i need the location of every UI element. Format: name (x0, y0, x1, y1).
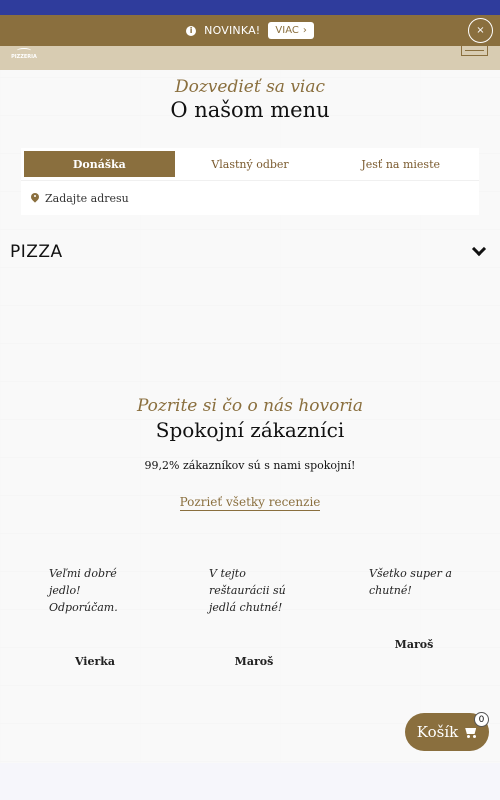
review-line: chutné! (369, 584, 412, 597)
location-pin-icon (31, 193, 39, 204)
review-line: reštaurácii sú (209, 584, 286, 597)
info-icon: i (186, 25, 197, 36)
review-line: Všetko super a (369, 567, 452, 580)
cart-count-badge: 0 (474, 712, 489, 727)
logo[interactable]: PIZZERIA (10, 48, 38, 60)
close-icon: × (476, 25, 485, 36)
cart-label: Košík (416, 723, 459, 741)
review-3-text: Všetko super a chutné! (369, 565, 479, 599)
review-line: jedlá chutné! (209, 601, 283, 614)
intro-title: O našom menu (170, 98, 330, 122)
customers-title: Spokojní zákazníci (155, 418, 345, 442)
review-line: Veľmi dobré (49, 567, 117, 580)
address-placeholder: Zadajte adresu (45, 191, 129, 205)
review-line: jedlo! (49, 584, 81, 597)
cart-icon (463, 727, 477, 738)
satisfaction-text: 99,2% zákazníkov sú s nami spokojní! (144, 459, 356, 472)
review-1-text: Veľmi dobré jedlo! Odporúčam. (49, 565, 159, 616)
news-banner: i NOVINKA! VIAC › × (0, 15, 500, 46)
chevron-right-icon: › (302, 25, 307, 36)
tab-pickup[interactable]: Vlastný odber (175, 151, 326, 177)
address-field[interactable]: Zadajte adresu (21, 180, 479, 215)
all-reviews-link-wrap: Pozrieť všetky recenzie (0, 495, 500, 511)
site-header: PIZZERIA (0, 46, 500, 70)
intro-script: Dozvedieť sa viac (174, 77, 326, 97)
more-label: VIAC (275, 25, 299, 36)
tab-dine-in[interactable]: Jesť na mieste (325, 151, 476, 177)
category-label: PIZZA (10, 242, 63, 262)
footer-area (0, 763, 500, 800)
chevron-down-icon (471, 241, 487, 257)
top-color-strip (0, 0, 500, 15)
logo-text: PIZZERIA (11, 54, 37, 60)
review-1-author: Vierka (74, 655, 116, 668)
review-2-author: Maroš (234, 655, 274, 668)
category-pizza[interactable]: PIZZA (10, 240, 490, 264)
tab-delivery[interactable]: Donáška (24, 151, 175, 177)
menu-icon[interactable] (461, 46, 488, 56)
review-line: Odporúčam. (49, 601, 118, 614)
review-2-text: V tejto reštaurácii sú jedlá chutné! (209, 565, 319, 616)
all-reviews-link[interactable]: Pozrieť všetky recenzie (179, 495, 321, 511)
order-tabs: Donáška Vlastný odber Jesť na mieste (21, 148, 479, 180)
review-3-author: Maroš (394, 638, 434, 651)
close-banner-button[interactable]: × (468, 18, 493, 43)
news-label: NOVINKA! (204, 24, 261, 37)
review-line: V tejto (209, 567, 246, 580)
more-button[interactable]: VIAC › (268, 22, 314, 39)
customers-script: Pozrite si čo o nás hovoria (136, 396, 364, 416)
order-card: Donáška Vlastný odber Jesť na mieste Zad… (21, 148, 479, 215)
